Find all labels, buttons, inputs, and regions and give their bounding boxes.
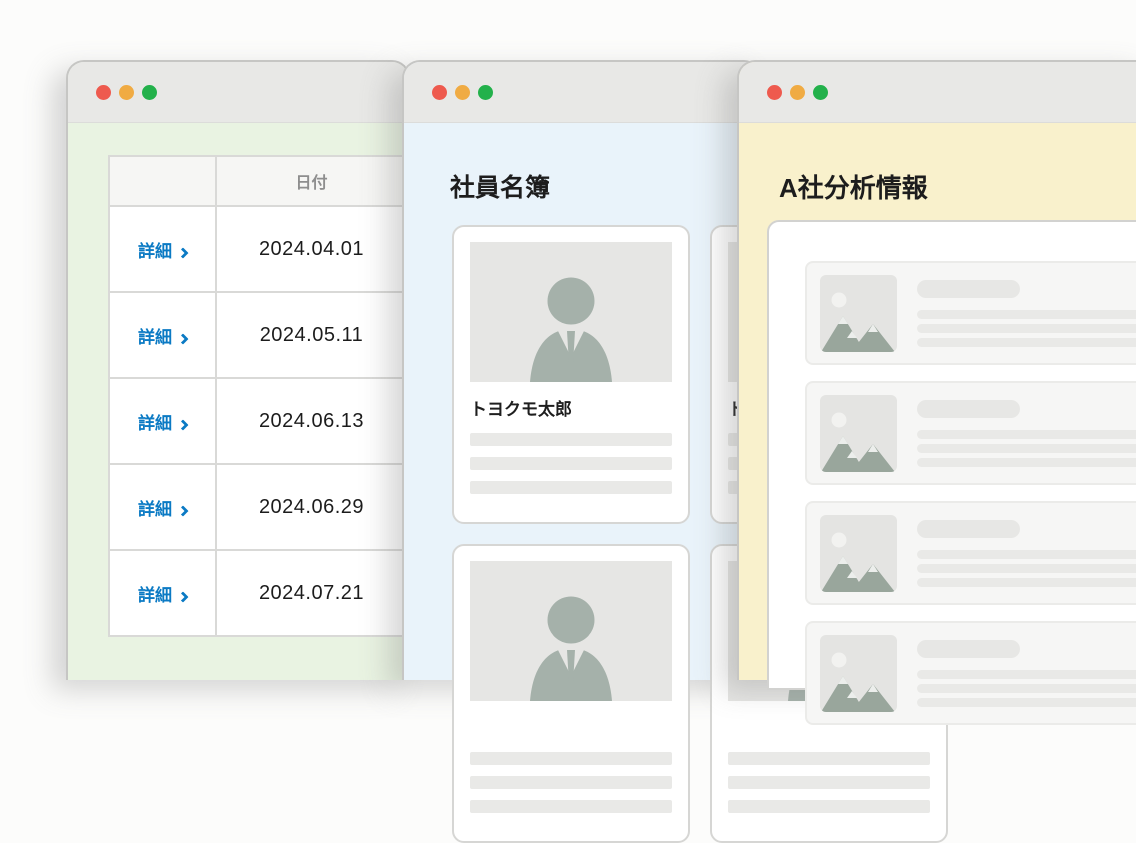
text-placeholder-line [728,776,930,789]
table-header-row: 日付 [109,156,407,206]
item-text-block [917,635,1136,711]
close-icon[interactable] [96,85,111,100]
text-placeholder-line [728,800,930,813]
window-titlebar [68,62,408,123]
text-placeholder-line [917,458,1136,467]
minimize-icon[interactable] [790,85,805,100]
date-cell: 2024.04.01 [216,206,407,292]
text-placeholder-line [917,310,1136,319]
mountain-image-icon [820,635,897,712]
fullscreen-icon[interactable] [142,85,157,100]
roster-window: 社員名簿 トヨクモ太郎 トヨクモ太郎 [402,60,762,680]
page-title: 社員名簿 [450,168,550,204]
detail-link-label: 詳細 [138,242,172,261]
close-icon[interactable] [432,85,447,100]
window-titlebar [739,62,1136,123]
mountain-image-icon [820,395,897,472]
title-placeholder [917,400,1020,418]
detail-link-label: 詳細 [138,414,172,433]
item-text-block [917,395,1136,471]
image-placeholder [820,515,897,592]
chevron-right-icon [177,419,188,430]
text-placeholder-line [917,338,1136,347]
text-placeholder-line [470,457,672,470]
detail-link[interactable]: 詳細 [138,414,187,433]
list-item[interactable] [805,381,1136,485]
action-column-header [109,156,216,206]
fullscreen-icon[interactable] [478,85,493,100]
close-icon[interactable] [767,85,782,100]
detail-link-label: 詳細 [138,500,172,519]
chevron-right-icon [177,247,188,258]
text-placeholder-line [917,684,1136,693]
title-placeholder [917,640,1020,658]
table-row: 詳細 2024.06.13 [109,378,407,464]
avatar [470,561,672,701]
detail-link[interactable]: 詳細 [138,500,187,519]
date-cell: 2024.07.21 [216,550,407,636]
text-placeholder-line [470,752,672,765]
records-window: 日付 詳細 2024.04.01 詳細 2024.05.11 詳細 2024.0… [66,60,410,680]
item-text-block [917,515,1136,591]
image-placeholder [820,635,897,712]
minimize-icon[interactable] [119,85,134,100]
table-row: 詳細 2024.07.21 [109,550,407,636]
text-placeholder-line [470,433,672,446]
list-item[interactable] [805,621,1136,725]
text-placeholder-line [917,670,1136,679]
text-placeholder-line [917,564,1136,573]
image-placeholder [820,275,897,352]
image-placeholder [820,395,897,472]
text-placeholder-line [917,324,1136,333]
text-placeholder-line [917,698,1136,707]
text-placeholder-line [728,752,930,765]
employee-card[interactable] [452,544,690,843]
table-row: 詳細 2024.04.01 [109,206,407,292]
detail-link-label: 詳細 [138,586,172,605]
date-column-header: 日付 [216,156,407,206]
detail-link[interactable]: 詳細 [138,242,187,261]
text-placeholder-line [470,481,672,494]
avatar [470,242,672,382]
title-placeholder [917,280,1020,298]
text-placeholder-line [917,430,1136,439]
date-cell: 2024.05.11 [216,292,407,378]
analysis-window: A社分析情報 [737,60,1136,680]
employee-name: トヨクモ太郎 [470,395,672,417]
table-row: 詳細 2024.05.11 [109,292,407,378]
chevron-right-icon [177,333,188,344]
text-placeholder-line [470,776,672,789]
title-placeholder [917,520,1020,538]
page-title: A社分析情報 [779,168,928,205]
list-item[interactable] [805,501,1136,605]
chevron-right-icon [177,591,188,602]
text-placeholder-line [470,800,672,813]
window-titlebar [404,62,760,123]
employee-name [470,714,672,736]
person-icon [519,596,623,701]
records-table: 日付 詳細 2024.04.01 詳細 2024.05.11 詳細 2024.0… [108,155,408,637]
employee-card[interactable]: トヨクモ太郎 [452,225,690,524]
fullscreen-icon[interactable] [813,85,828,100]
text-placeholder-line [917,578,1136,587]
analysis-panel [767,220,1136,690]
date-cell: 2024.06.13 [216,378,407,464]
table-row: 詳細 2024.06.29 [109,464,407,550]
detail-link[interactable]: 詳細 [138,328,187,347]
date-cell: 2024.06.29 [216,464,407,550]
mountain-image-icon [820,275,897,352]
text-placeholder-line [917,444,1136,453]
item-text-block [917,275,1136,351]
detail-link-label: 詳細 [138,328,172,347]
text-placeholder-line [917,550,1136,559]
list-item[interactable] [805,261,1136,365]
detail-link[interactable]: 詳細 [138,586,187,605]
mountain-image-icon [820,515,897,592]
minimize-icon[interactable] [455,85,470,100]
person-icon [519,277,623,382]
chevron-right-icon [177,505,188,516]
